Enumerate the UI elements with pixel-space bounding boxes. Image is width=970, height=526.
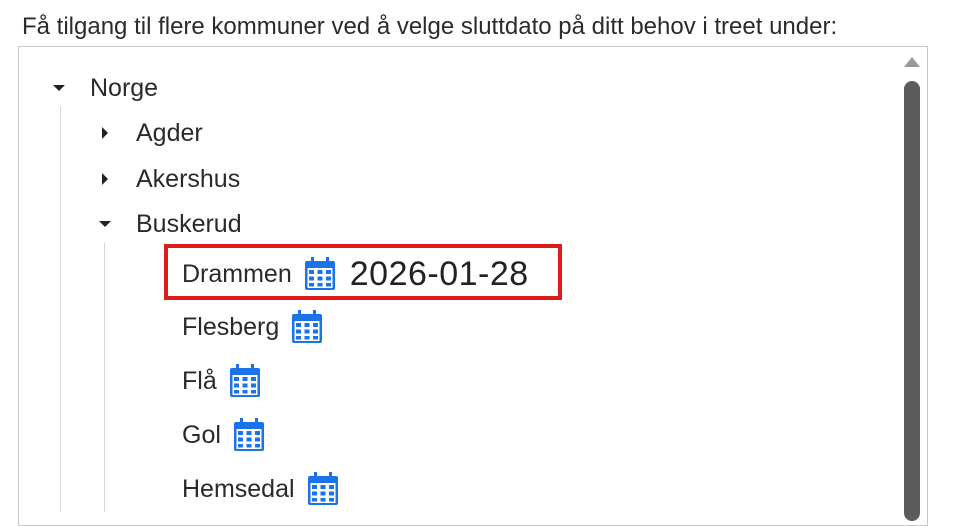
scroll-thumb[interactable] <box>904 81 920 521</box>
vertical-scrollbar[interactable] <box>898 47 926 521</box>
scroll-up-arrow-icon[interactable] <box>904 57 920 67</box>
tree-node-label: Akershus <box>136 164 241 193</box>
tree-node-buskerud[interactable]: Buskerud <box>96 204 242 244</box>
tree-node-norge[interactable]: Norge <box>50 68 158 108</box>
caret-down-icon[interactable] <box>96 214 116 234</box>
tree-node-hemsedal[interactable]: Hemsedal <box>182 469 339 509</box>
tree-guide-root <box>60 106 61 512</box>
caret-right-icon[interactable] <box>96 123 116 143</box>
caret-down-icon[interactable] <box>50 78 70 98</box>
calendar-icon[interactable] <box>291 310 323 344</box>
tree-node-label: Buskerud <box>136 209 242 238</box>
tree-node-label: Gol <box>182 420 221 449</box>
calendar-icon[interactable] <box>229 364 261 398</box>
caret-right-icon[interactable] <box>96 169 116 189</box>
calendar-icon[interactable] <box>233 418 265 452</box>
calendar-icon[interactable] <box>307 472 339 506</box>
tree-node-fla[interactable]: Flå <box>182 361 261 401</box>
instruction-text: Få tilgang til flere kommuner ved å velg… <box>22 13 838 40</box>
tree-node-label: Hemsedal <box>182 474 295 503</box>
tree-node-label: Flesberg <box>182 312 280 341</box>
tree-node-flesberg[interactable]: Flesberg <box>182 307 323 347</box>
tree-node-agder[interactable]: Agder <box>96 113 203 153</box>
tree-node-gol[interactable]: Gol <box>182 415 265 455</box>
tree-guide-buskerud <box>104 243 105 512</box>
tree-node-akershus[interactable]: Akershus <box>96 159 240 199</box>
highlight-box <box>164 244 562 300</box>
tree-node-label: Agder <box>136 118 203 147</box>
tree-node-label: Flå <box>182 366 217 395</box>
tree-node-label: Norge <box>90 73 159 102</box>
